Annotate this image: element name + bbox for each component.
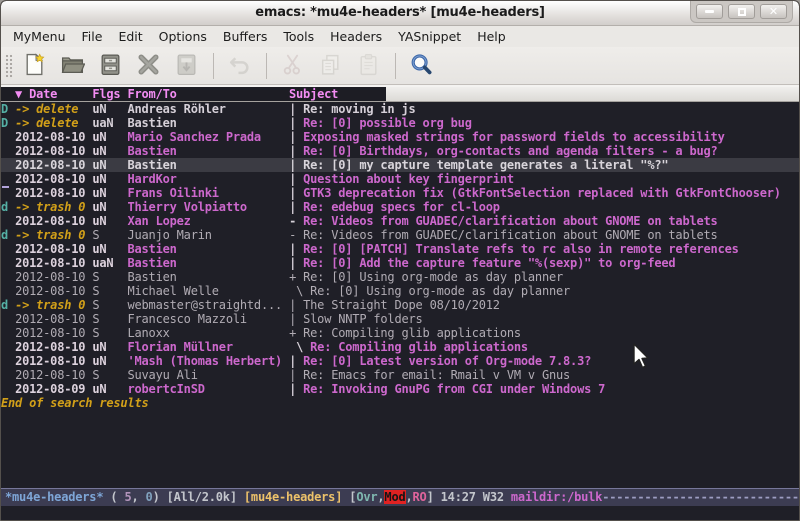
cut-button[interactable] xyxy=(277,51,307,81)
open-folder-button[interactable] xyxy=(57,51,87,81)
end-of-results-marker: End of search results xyxy=(1,396,799,410)
message-row[interactable]: 2012-08-09 uN robertcInSD | Re: Invoking… xyxy=(1,382,799,396)
modeline: *mu4e-headers* ( 5, 0) [All/2.0k] [mu4e-… xyxy=(1,488,799,506)
new-file-button[interactable] xyxy=(19,51,49,81)
modeline-segment-dash: -------------------------------------- xyxy=(602,490,799,504)
modeline-segment-buf: *mu4e-headers* xyxy=(5,490,103,504)
titlebar[interactable]: emacs: *mu4e-headers* [mu4e-headers] ✕ xyxy=(1,1,799,26)
message-row[interactable]: 2012-08-10 uaN Bastien | Re: [0] Add the… xyxy=(1,256,799,270)
toolbar-separator xyxy=(266,53,267,79)
echo-area[interactable] xyxy=(1,506,799,520)
message-row[interactable]: 2012-08-10 S Michael Welle \ Re: [0] Usi… xyxy=(1,284,799,298)
menu-item-tools[interactable]: Tools xyxy=(275,27,322,46)
modeline-segment-num2: 0 xyxy=(146,490,153,504)
text-cursor xyxy=(2,186,9,188)
close-button[interactable]: ✕ xyxy=(760,4,787,19)
toolbar xyxy=(1,47,799,85)
minimize-icon xyxy=(705,10,714,13)
delete-button[interactable] xyxy=(133,51,163,81)
search-icon xyxy=(409,52,434,80)
menu-item-edit[interactable]: Edit xyxy=(110,27,150,46)
message-row[interactable]: D -> delete uaN Bastien | Re: [0] possib… xyxy=(1,116,799,130)
message-row[interactable]: 2012-08-10 S Suvayu Ali | Re: Emacs for … xyxy=(1,368,799,382)
message-row[interactable]: d -> trash 0 uN Thierry Volpiatto | Re: … xyxy=(1,200,799,214)
menu-item-options[interactable]: Options xyxy=(151,27,215,46)
message-list: D -> delete uN Andreas Röhler | Re: movi… xyxy=(1,102,799,410)
search-button[interactable] xyxy=(406,51,436,81)
headers-column-header: ▼ Date Flgs From/To Subject xyxy=(1,85,799,102)
close-icon: ✕ xyxy=(769,6,778,17)
column-header-text: ▼ Date Flgs From/To Subject xyxy=(1,87,386,101)
message-row[interactable]: d -> trash 0 S webmaster@straightd... | … xyxy=(1,298,799,312)
maximize-icon xyxy=(738,8,746,16)
modeline-segment-mode: [mu4e-headers] xyxy=(244,490,342,504)
modeline-segment-ro: RO xyxy=(413,490,427,504)
modeline-segment-plain: ( xyxy=(103,490,124,504)
menu-item-yasnippet[interactable]: YASnippet xyxy=(390,27,469,46)
message-row[interactable]: 2012-08-10 S Lanoxx + Re: Compiling glib… xyxy=(1,326,799,340)
toolbar-separator xyxy=(213,53,214,79)
message-row[interactable]: 2012-08-10 uN 'Mash (Thomas Herbert) | R… xyxy=(1,354,799,368)
minimize-button[interactable] xyxy=(696,4,723,19)
modeline-segment-plain: ] 14:27 W32 xyxy=(427,490,511,504)
menubar: MyMenuFileEditOptionsBuffersToolsHeaders… xyxy=(1,26,799,47)
message-row[interactable]: 2012-08-10 uN Florian Müllner \ Re: Comp… xyxy=(1,340,799,354)
modeline-segment-dir: maildir:/bulk xyxy=(511,490,602,504)
message-row[interactable]: 2012-08-10 S Bastien + Re: [0] Using org… xyxy=(1,270,799,284)
cut-icon xyxy=(280,52,305,80)
toolbar-separator xyxy=(395,53,396,79)
message-row-current[interactable]: 2012-08-10 uN Bastien | Re: [0] my captu… xyxy=(1,158,799,172)
menu-item-headers[interactable]: Headers xyxy=(322,27,390,46)
save-as-icon xyxy=(174,52,199,80)
save-button[interactable] xyxy=(95,51,125,81)
paste-icon xyxy=(356,52,381,80)
modeline-segment-plain: ) [All/2.0k] xyxy=(153,490,244,504)
delete-icon xyxy=(136,52,161,80)
copy-icon xyxy=(318,52,343,80)
menu-item-help[interactable]: Help xyxy=(469,27,514,46)
modeline-segment-mod: Mod xyxy=(384,490,405,504)
mu4e-headers-buffer: ▼ Date Flgs From/To Subject D -> delete … xyxy=(1,85,799,488)
message-row[interactable]: 2012-08-10 uN HardKor | Question about k… xyxy=(1,172,799,186)
toolbar-grip-handle[interactable] xyxy=(4,53,13,79)
message-row[interactable]: d -> trash 0 S Juanjo Marin - Re: Videos… xyxy=(1,228,799,242)
paste-button[interactable] xyxy=(353,51,383,81)
message-row[interactable]: 2012-08-10 uN Mario Sanchez Prada | Expo… xyxy=(1,130,799,144)
message-row[interactable]: 2012-08-10 S Francesco Mazzoli | Slow NN… xyxy=(1,312,799,326)
modeline-segment-plain: [ xyxy=(342,490,356,504)
new-file-icon xyxy=(22,52,47,80)
message-row[interactable]: 2012-08-10 uN Frans Oilinki | GTK3 depre… xyxy=(1,186,799,200)
undo-button[interactable] xyxy=(224,51,254,81)
modeline-segment-plain: , xyxy=(131,490,145,504)
message-row[interactable]: 2012-08-10 uN Bastien | Re: [0] Birthday… xyxy=(1,144,799,158)
message-row[interactable]: 2012-08-10 uN Bastien | Re: [0] [PATCH] … xyxy=(1,242,799,256)
window-buttons: ✕ xyxy=(690,1,793,23)
open-folder-icon xyxy=(60,52,85,80)
save-as-button[interactable] xyxy=(171,51,201,81)
save-icon xyxy=(98,52,123,80)
menu-item-buffers[interactable]: Buffers xyxy=(215,27,275,46)
copy-button[interactable] xyxy=(315,51,345,81)
modeline-segment-plain: , xyxy=(406,490,413,504)
maximize-button[interactable] xyxy=(728,4,755,19)
emacs-window: emacs: *mu4e-headers* [mu4e-headers] ✕ M… xyxy=(0,0,800,521)
undo-icon xyxy=(227,52,252,80)
window-title: emacs: *mu4e-headers* [mu4e-headers] xyxy=(1,5,799,20)
message-row[interactable]: 2012-08-10 uN Xan Lopez - Re: Videos fro… xyxy=(1,214,799,228)
message-row[interactable]: D -> delete uN Andreas Röhler | Re: movi… xyxy=(1,102,799,116)
menu-item-mymenu[interactable]: MyMenu xyxy=(5,27,74,46)
modeline-segment-ovr: Ovr xyxy=(356,490,377,504)
menu-item-file[interactable]: File xyxy=(74,27,111,46)
